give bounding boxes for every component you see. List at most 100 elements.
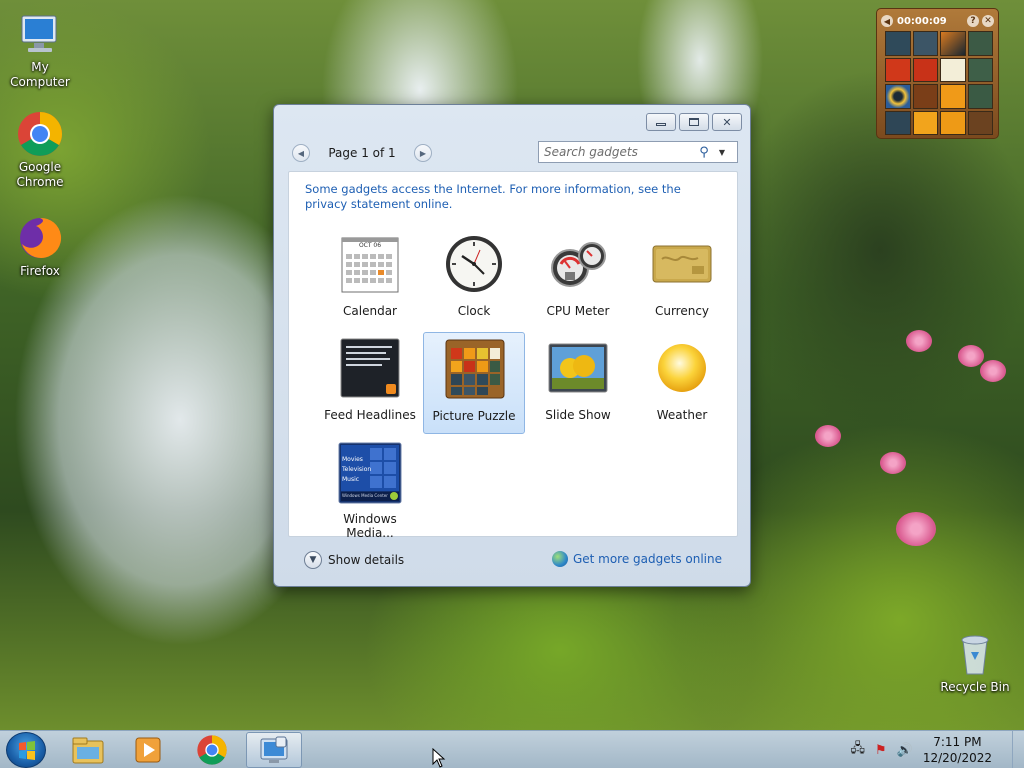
gadget-tile-cpu-meter[interactable]: CPU Meter: [527, 228, 629, 330]
calendar-month-label: OCT 06: [358, 242, 382, 249]
puzzle-tile[interactable]: [912, 110, 938, 135]
chevron-left-icon: ◀: [297, 148, 305, 158]
puzzle-tile[interactable]: [885, 84, 911, 109]
puzzle-tile[interactable]: [885, 31, 911, 56]
page-navigator: ◀ Page 1 of 1 ▶: [292, 142, 432, 164]
puzzle-grid[interactable]: [885, 31, 993, 135]
weather-icon: [652, 338, 712, 398]
gadget-tile-windows-media-center[interactable]: Movies Television Music Windows Media Ce…: [319, 436, 421, 540]
globe-icon: [551, 551, 568, 567]
puzzle-tile[interactable]: [940, 57, 966, 82]
puzzle-tile[interactable]: [967, 57, 993, 82]
puzzle-tile[interactable]: [940, 31, 966, 56]
privacy-note-link[interactable]: Some gadgets access the Internet. For mo…: [305, 182, 725, 212]
gallery-toolbar: ◀ Page 1 of 1 ▶ ⚲ ▼: [288, 141, 738, 167]
flower-decoration: [906, 330, 932, 352]
puzzle-tile[interactable]: [912, 31, 938, 56]
show-desktop-button[interactable]: [1012, 731, 1024, 768]
gadget-label: Weather: [656, 408, 708, 422]
gadget-gallery-window: ✕ ◀ Page 1 of 1 ▶ ⚲ ▼ Some gadgets acces…: [273, 104, 751, 587]
gadget-tile-calendar[interactable]: OCT 06 Calendar: [319, 228, 421, 330]
puzzle-back-icon[interactable]: ◀: [881, 15, 893, 27]
flower-decoration: [980, 360, 1006, 382]
media-center-thumb-music: Music: [342, 476, 360, 483]
windows-media-center-icon: Movies Television Music Windows Media Ce…: [338, 442, 402, 504]
gadget-tile-clock[interactable]: Clock: [423, 228, 525, 330]
restore-button[interactable]: [679, 113, 709, 131]
slide-show-icon: [548, 338, 608, 398]
puzzle-header: ◀ 00:00:09 ? ✕: [881, 13, 994, 29]
help-icon[interactable]: ?: [967, 15, 979, 27]
media-center-thumb-television: Television: [342, 466, 372, 473]
taskbar-media-player[interactable]: [120, 732, 176, 768]
chrome-icon: [197, 735, 227, 765]
gadget-label: Picture Puzzle: [432, 409, 516, 423]
currency-icon: [652, 234, 712, 294]
next-page-button[interactable]: ▶: [414, 144, 432, 162]
puzzle-tile[interactable]: [967, 31, 993, 56]
gadget-tile-slide-show[interactable]: Slide Show: [527, 332, 629, 434]
recycle-bin-icon: [951, 630, 999, 678]
desktop-icon-my-computer[interactable]: My Computer: [0, 10, 80, 90]
close-icon[interactable]: ✕: [982, 15, 994, 27]
gadget-label: CPU Meter: [546, 304, 610, 318]
gallery-footer: ▼ Show details Get more gadgets online: [288, 543, 738, 577]
puzzle-tile[interactable]: [967, 84, 993, 109]
window-controls: ✕: [646, 113, 742, 131]
gadget-label: Windows Media...: [343, 512, 397, 540]
gadget-tile-picture-puzzle[interactable]: Picture Puzzle: [423, 332, 525, 434]
firefox-icon: [16, 214, 64, 262]
previous-page-button[interactable]: ◀: [292, 144, 310, 162]
taskbar: 🖧 ⚑ 🔊 7:11 PM 12/20/2022: [0, 730, 1024, 768]
puzzle-tile[interactable]: [912, 57, 938, 82]
clock-date: 12/20/2022: [922, 751, 992, 765]
taskbar-gadget-gallery[interactable]: [246, 732, 302, 768]
picture-puzzle-icon: [445, 339, 505, 399]
media-center-thumb-movies: Movies: [342, 456, 363, 463]
chevron-right-icon: ▶: [419, 148, 427, 158]
gadget-gallery-icon: [260, 736, 288, 763]
search-input[interactable]: [539, 143, 695, 161]
desktop-icon-recycle-bin[interactable]: Recycle Bin: [935, 630, 1015, 695]
taskbar-windows-explorer[interactable]: [60, 732, 116, 768]
desktop-icon-google-chrome[interactable]: Google Chrome: [0, 110, 80, 190]
puzzle-tile[interactable]: [885, 110, 911, 135]
puzzle-tile[interactable]: [912, 84, 938, 109]
close-button[interactable]: ✕: [712, 113, 742, 131]
puzzle-tile[interactable]: [940, 110, 966, 135]
puzzle-tile[interactable]: [940, 84, 966, 109]
gadget-list-panel: Some gadgets access the Internet. For mo…: [288, 171, 738, 540]
puzzle-tile-empty[interactable]: [967, 110, 993, 135]
start-button[interactable]: [6, 732, 46, 768]
media-player-icon: [135, 737, 161, 763]
puzzle-tile[interactable]: [885, 57, 911, 82]
clock-icon: [444, 234, 504, 294]
windows-logo-icon: [19, 741, 35, 760]
gadget-label: Currency: [654, 304, 710, 318]
gadget-label: Clock: [457, 304, 491, 318]
desktop-icon-label: My Computer: [10, 60, 70, 89]
chevron-down-icon[interactable]: ▼: [713, 148, 731, 157]
gadget-tile-currency[interactable]: Currency: [631, 228, 733, 330]
desktop-icon-label: Firefox: [20, 264, 60, 278]
get-more-gadgets-link[interactable]: Get more gadgets online: [551, 551, 722, 567]
computer-icon: [16, 10, 64, 58]
taskbar-clock[interactable]: 7:11 PM 12/20/2022: [923, 734, 992, 766]
show-details-label: Show details: [328, 553, 405, 567]
desktop-icon-label: Google Chrome: [16, 160, 64, 189]
close-icon: ✕: [722, 115, 732, 129]
desktop-icon-firefox[interactable]: Firefox: [0, 214, 80, 279]
minimize-icon: [656, 123, 666, 126]
picture-puzzle-gadget[interactable]: ◀ 00:00:09 ? ✕: [876, 8, 999, 139]
gadget-tile-feed-headlines[interactable]: Feed Headlines: [319, 332, 421, 434]
puzzle-timer: 00:00:09: [897, 15, 947, 27]
show-details-button[interactable]: ▼ Show details: [304, 551, 404, 569]
network-icon[interactable]: 🖧: [850, 739, 865, 761]
minimize-button[interactable]: [646, 113, 676, 131]
action-center-icon[interactable]: ⚑: [875, 743, 887, 758]
search-icon[interactable]: ⚲: [695, 145, 713, 160]
media-center-thumb-footer: Windows Media Center: [342, 493, 388, 498]
taskbar-chrome[interactable]: [184, 732, 240, 768]
volume-icon[interactable]: 🔊: [897, 743, 913, 758]
gadget-tile-weather[interactable]: Weather: [631, 332, 733, 434]
